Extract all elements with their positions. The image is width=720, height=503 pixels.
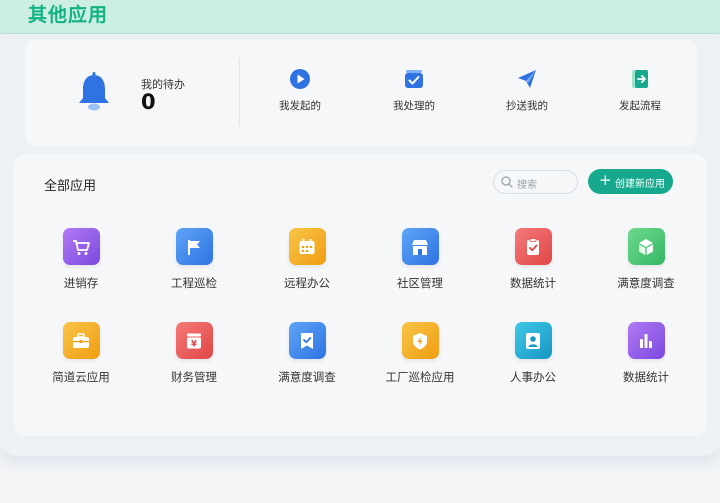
create-app-button[interactable]: + 创建新应用 xyxy=(588,169,673,194)
app-label: 进销存 xyxy=(63,276,99,290)
todo-card: 我的待办 0 我发起的 我处理的 抄送我的 发起流程 xyxy=(25,40,697,146)
quick-action-start-process[interactable]: 发起流程 xyxy=(600,68,680,113)
quick-action-label: 抄送我的 xyxy=(506,100,548,112)
create-app-label: 创建新应用 xyxy=(615,179,665,190)
app-label: 远程办公 xyxy=(284,276,330,290)
apps-card: 全部应用 搜索 + 创建新应用 进销存 工程巡检 远程办公 社区管理 数据统计 … xyxy=(14,154,707,436)
quick-action-initiated[interactable]: 我发起的 xyxy=(260,68,340,113)
svg-text:¥: ¥ xyxy=(191,339,197,349)
app-label: 人事办公 xyxy=(510,370,556,384)
bookmark-check-icon xyxy=(288,322,326,359)
finance-icon: ¥ xyxy=(175,322,213,359)
app-item[interactable]: 工厂巡检应用 xyxy=(370,322,470,385)
calendar-icon xyxy=(288,228,326,265)
app-label: 工厂巡检应用 xyxy=(385,370,455,384)
app-item[interactable]: 社区管理 xyxy=(370,228,470,291)
cube-icon xyxy=(627,228,665,265)
store-icon xyxy=(401,228,439,265)
app-label: 满意度调查 xyxy=(278,370,336,384)
plus-icon: + xyxy=(599,171,612,189)
app-item[interactable]: ¥ 财务管理 xyxy=(144,322,244,385)
flag-icon xyxy=(175,228,213,265)
app-label: 社区管理 xyxy=(397,276,443,290)
bar-chart-icon xyxy=(627,322,665,359)
header-bar: 其他应用 xyxy=(0,0,720,34)
play-circle-icon xyxy=(290,69,310,89)
check-box-icon xyxy=(405,70,423,88)
app-item[interactable]: 满意度调查 xyxy=(257,322,357,385)
app-item[interactable]: 简道云应用 xyxy=(31,322,131,385)
search-placeholder: 搜索 xyxy=(517,180,537,191)
app-item[interactable]: 数据统计 xyxy=(483,228,583,291)
app-item[interactable]: 远程办公 xyxy=(257,228,357,291)
app-item[interactable]: 满意度调查 xyxy=(596,228,696,291)
app-label: 工程巡检 xyxy=(171,276,217,290)
quick-action-cc[interactable]: 抄送我的 xyxy=(487,68,567,113)
clipboard-check-icon xyxy=(514,228,552,265)
bell-icon xyxy=(79,72,109,111)
app-item[interactable]: 数据统计 xyxy=(596,322,696,385)
cart-icon xyxy=(62,228,100,265)
shield-bolt-icon xyxy=(401,322,439,359)
quick-action-label: 我发起的 xyxy=(279,100,321,112)
app-item[interactable]: 人事办公 xyxy=(483,322,583,385)
app-label: 数据统计 xyxy=(510,276,556,290)
person-badge-icon xyxy=(514,322,552,359)
quick-action-label: 我处理的 xyxy=(393,100,435,112)
quick-action-handled[interactable]: 我处理的 xyxy=(374,68,454,113)
search-input[interactable]: 搜索 xyxy=(493,170,578,194)
section-title: 全部应用 xyxy=(44,179,97,194)
todo-count[interactable]: 0 xyxy=(141,90,156,114)
exit-door-icon xyxy=(632,70,648,88)
briefcase-icon xyxy=(62,322,100,359)
app-item[interactable]: 工程巡检 xyxy=(144,228,244,291)
app-item[interactable]: 进销存 xyxy=(31,228,131,291)
app-label: 数据统计 xyxy=(623,370,669,384)
search-icon xyxy=(501,176,513,188)
divider xyxy=(239,58,240,126)
paper-plane-icon xyxy=(518,70,536,88)
quick-action-label: 发起流程 xyxy=(619,100,661,112)
page-title: 其他应用 xyxy=(28,4,109,26)
app-label: 财务管理 xyxy=(171,370,217,384)
app-label: 简道云应用 xyxy=(52,370,110,384)
app-label: 满意度调查 xyxy=(617,276,675,290)
main-panel: 我的待办 0 我发起的 我处理的 抄送我的 发起流程 全部应用 搜索 + 创建新… xyxy=(0,34,720,456)
